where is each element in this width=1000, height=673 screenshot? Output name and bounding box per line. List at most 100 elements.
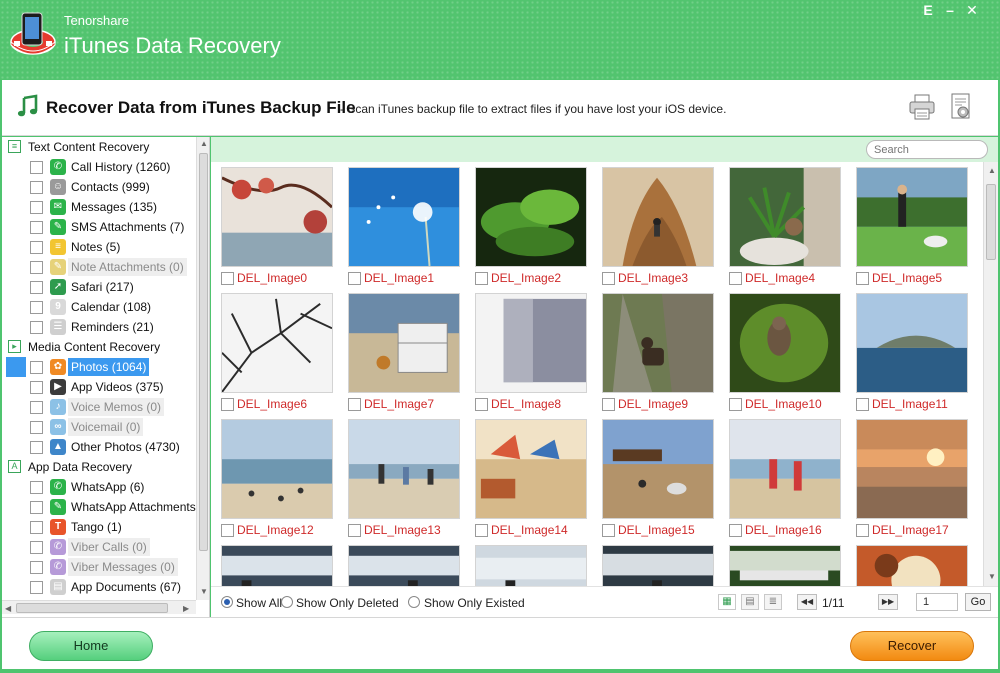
photo-thumbnail[interactable] — [729, 167, 841, 267]
next-page-icon[interactable]: ▶▶ — [878, 594, 898, 610]
sidebar-vertical-scrollbar[interactable]: ▲ ▼ — [196, 137, 209, 600]
sidebar-item[interactable]: ✉ Messages (135) — [2, 197, 196, 217]
scroll-down-icon[interactable]: ▼ — [200, 587, 208, 596]
scroll-right-icon[interactable]: ▶ — [183, 604, 189, 613]
sidebar-item[interactable]: ∞ Voicemail (0) — [2, 417, 196, 437]
grid-view-icon[interactable]: ▦ — [718, 594, 736, 610]
home-button[interactable]: Home — [29, 631, 153, 661]
item-checkbox[interactable] — [30, 201, 43, 214]
show-all-label[interactable]: Show All — [236, 596, 282, 610]
grid-scroll-thumb[interactable] — [986, 184, 996, 260]
item-checkbox[interactable] — [30, 241, 43, 254]
item-checkbox[interactable] — [30, 301, 43, 314]
sidebar-item[interactable]: ✆ WhatsApp (6) — [2, 477, 196, 497]
photo-checkbox[interactable] — [602, 398, 615, 411]
sidebar-hscroll-thumb[interactable] — [16, 603, 168, 613]
item-checkbox[interactable] — [30, 441, 43, 454]
sidebar-item[interactable]: ✆ Viber Calls (0) — [2, 537, 196, 557]
item-checkbox[interactable] — [30, 521, 43, 534]
photo-checkbox[interactable] — [475, 524, 488, 537]
minimize-button[interactable]: – — [940, 2, 960, 18]
sidebar-item[interactable]: ✿ Photos (1064) — [2, 357, 196, 377]
photo-thumbnail[interactable] — [348, 419, 460, 519]
go-button[interactable]: Go — [965, 593, 991, 611]
sidebar-item[interactable]: ✎ WhatsApp Attachments ( — [2, 497, 196, 517]
search-input[interactable] — [866, 140, 988, 159]
photo-thumbnail[interactable] — [729, 419, 841, 519]
photo-checkbox[interactable] — [602, 524, 615, 537]
item-checkbox[interactable] — [30, 221, 43, 234]
category-header[interactable]: ≡ Text Content Recovery — [2, 137, 196, 157]
photo-checkbox[interactable] — [221, 272, 234, 285]
show-deleted-label[interactable]: Show Only Deleted — [296, 596, 399, 610]
sidebar-item[interactable]: ✎ Note Attachments (0) — [2, 257, 196, 277]
photo-thumbnail[interactable] — [729, 293, 841, 393]
photo-thumbnail[interactable] — [348, 167, 460, 267]
sidebar-scroll-thumb[interactable] — [199, 153, 208, 551]
photo-checkbox[interactable] — [856, 272, 869, 285]
photo-thumbnail[interactable] — [602, 419, 714, 519]
photo-thumbnail[interactable] — [475, 167, 587, 267]
category-header[interactable]: A App Data Recovery — [2, 457, 196, 477]
photo-thumbnail[interactable] — [856, 545, 968, 586]
photo-checkbox[interactable] — [729, 524, 742, 537]
photo-thumbnail[interactable] — [602, 545, 714, 586]
sidebar-horizontal-scrollbar[interactable]: ◀ ▶ — [2, 600, 196, 614]
photo-checkbox[interactable] — [348, 524, 361, 537]
photo-thumbnail[interactable] — [221, 167, 333, 267]
photo-thumbnail[interactable] — [602, 293, 714, 393]
photo-thumbnail[interactable] — [475, 419, 587, 519]
item-checkbox[interactable] — [30, 561, 43, 574]
item-checkbox[interactable] — [30, 501, 43, 514]
scroll-left-icon[interactable]: ◀ — [5, 604, 11, 613]
photo-checkbox[interactable] — [475, 272, 488, 285]
photo-thumbnail[interactable] — [475, 293, 587, 393]
item-checkbox[interactable] — [30, 261, 43, 274]
photo-checkbox[interactable] — [475, 398, 488, 411]
item-checkbox[interactable] — [30, 421, 43, 434]
item-checkbox[interactable] — [30, 481, 43, 494]
sidebar-item[interactable]: ✎ SMS Attachments (7) — [2, 217, 196, 237]
sidebar-item[interactable]: ≡ Notes (5) — [2, 237, 196, 257]
show-existed-radio[interactable] — [408, 596, 420, 608]
photo-thumbnail[interactable] — [602, 167, 714, 267]
photo-checkbox[interactable] — [729, 398, 742, 411]
photo-thumbnail[interactable] — [221, 293, 333, 393]
photo-thumbnail[interactable] — [348, 293, 460, 393]
photo-checkbox[interactable] — [856, 524, 869, 537]
recover-button[interactable]: Recover — [850, 631, 974, 661]
photo-thumbnail[interactable] — [729, 545, 841, 586]
settings-document-icon[interactable] — [947, 92, 975, 122]
previous-page-icon[interactable]: ◀◀ — [797, 594, 817, 610]
grid-vertical-scrollbar[interactable]: ▲ ▼ — [983, 162, 998, 586]
photo-thumbnail[interactable] — [348, 545, 460, 586]
sidebar-item[interactable]: ♪ Voice Memos (0) — [2, 397, 196, 417]
scroll-up-icon[interactable]: ▲ — [200, 139, 208, 148]
sidebar-item[interactable]: ✆ Viber Messages (0) — [2, 557, 196, 577]
photo-thumbnail[interactable] — [475, 545, 587, 586]
sidebar-item[interactable]: ▲ Other Photos (4730) — [2, 437, 196, 457]
item-checkbox[interactable] — [30, 321, 43, 334]
category-header[interactable]: ▸ Media Content Recovery — [2, 337, 196, 357]
sidebar-item[interactable]: ➚ Safari (217) — [2, 277, 196, 297]
sidebar-item[interactable]: T Tango (1) — [2, 517, 196, 537]
sidebar-item[interactable]: 9 Calendar (108) — [2, 297, 196, 317]
sidebar-item[interactable]: ▤ App Documents (67) — [2, 577, 196, 597]
show-existed-label[interactable]: Show Only Existed — [424, 596, 525, 610]
show-all-radio[interactable] — [221, 596, 233, 608]
item-checkbox[interactable] — [30, 401, 43, 414]
photo-thumbnail[interactable] — [856, 419, 968, 519]
close-button[interactable]: ✕ — [962, 2, 982, 19]
printer-icon[interactable] — [908, 92, 936, 122]
item-checkbox[interactable] — [30, 381, 43, 394]
photo-checkbox[interactable] — [729, 272, 742, 285]
grid-scroll-down-icon[interactable]: ▼ — [988, 572, 996, 581]
photo-thumbnail[interactable] — [221, 419, 333, 519]
photo-checkbox[interactable] — [602, 272, 615, 285]
item-checkbox[interactable] — [30, 161, 43, 174]
thumbnail-view-icon[interactable]: ▤ — [741, 594, 759, 610]
sidebar-item[interactable]: ▶ App Videos (375) — [2, 377, 196, 397]
photo-checkbox[interactable] — [348, 398, 361, 411]
photo-thumbnail[interactable] — [856, 167, 968, 267]
sidebar-item[interactable]: ☰ Reminders (21) — [2, 317, 196, 337]
